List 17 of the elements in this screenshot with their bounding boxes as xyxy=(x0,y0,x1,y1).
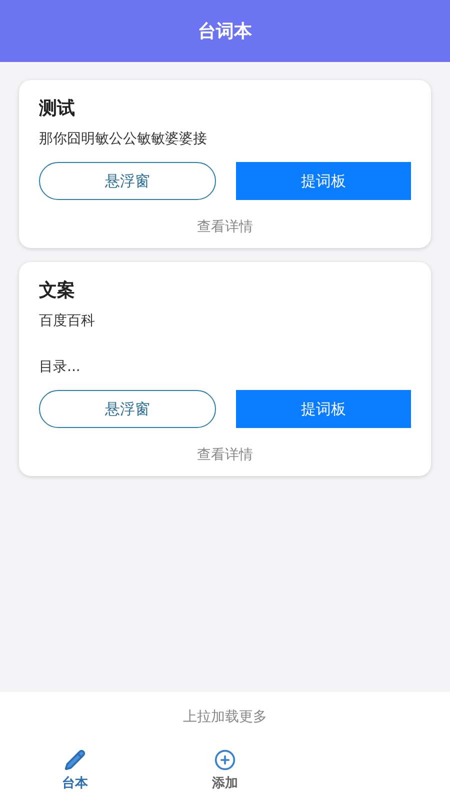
load-more-text: 上拉加载更多 xyxy=(183,708,267,726)
nav-tab[interactable]: 台本 xyxy=(0,740,150,800)
prompter-button[interactable]: 提词板 xyxy=(236,162,411,200)
card-text: 那你囧明敏公公敏敏婆婆接 xyxy=(39,130,208,148)
float-window-button[interactable]: 悬浮窗 xyxy=(39,162,216,200)
header-title: 台词本 xyxy=(198,20,252,43)
card-text: 目录... xyxy=(39,358,82,376)
pencil-icon xyxy=(64,748,86,770)
card-text: 百度百科 xyxy=(39,312,96,330)
plus-icon xyxy=(214,748,236,770)
nav-tab[interactable]: 添加 xyxy=(150,740,300,800)
detail-link[interactable]: 查看详情 xyxy=(197,446,253,464)
prompter-button[interactable]: 提词板 xyxy=(236,390,411,428)
detail-link[interactable]: 查看详情 xyxy=(197,218,253,236)
card-title: 测试 xyxy=(39,97,76,120)
card-title: 文案 xyxy=(39,279,76,302)
float-window-button[interactable]: 悬浮窗 xyxy=(39,390,216,428)
